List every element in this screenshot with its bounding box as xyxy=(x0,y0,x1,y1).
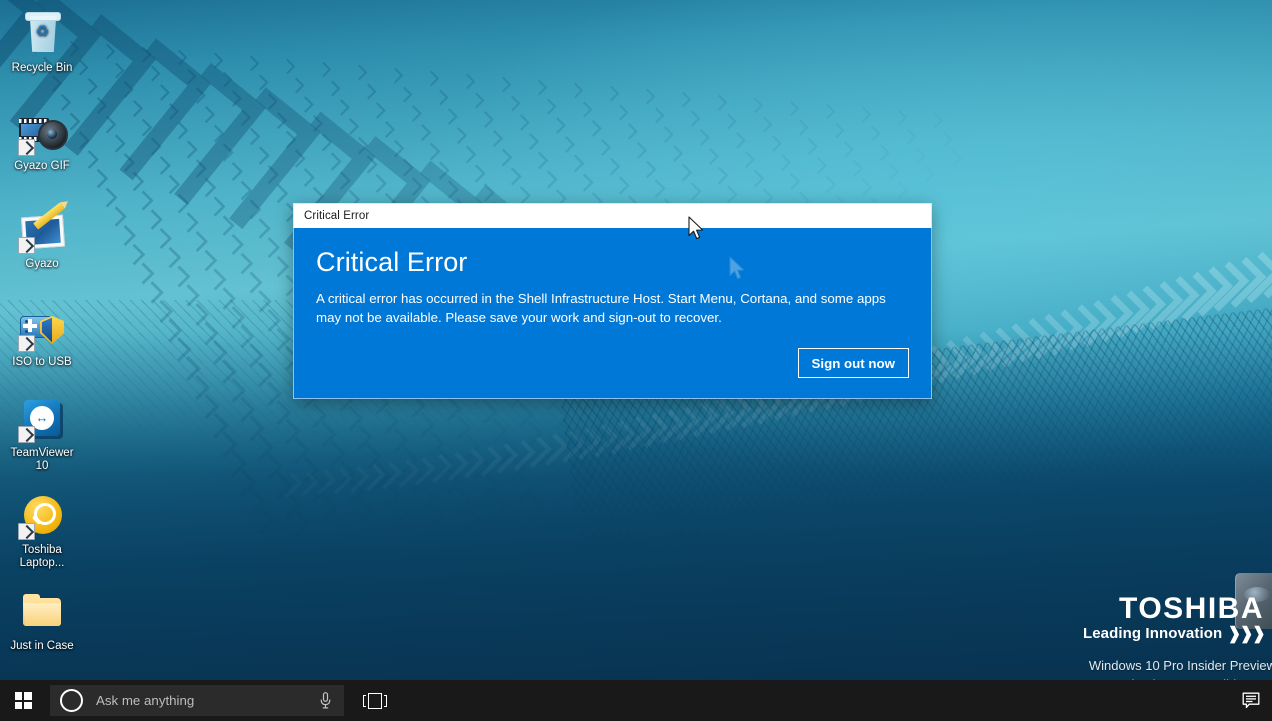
teamviewer-icon: ↔ xyxy=(18,395,66,443)
magnifier-icon xyxy=(18,492,66,540)
desktop-icon-recycle-bin[interactable]: ♻ Recycle Bin xyxy=(5,10,79,75)
search-input[interactable]: Ask me anything xyxy=(50,685,344,716)
cortana-icon[interactable] xyxy=(60,689,83,712)
desktop-icon-gyazo-gif[interactable]: Gyazo GIF xyxy=(5,108,79,173)
dialog-titlebar-title: Critical Error xyxy=(304,210,370,222)
desktop-icon-iso-to-usb[interactable]: ISO to USB xyxy=(5,304,79,369)
folder-icon xyxy=(18,588,66,636)
action-center-icon xyxy=(1242,692,1260,709)
desktop-icon-label: Gyazo xyxy=(25,258,59,270)
desktop-icon-label: Toshiba Laptop... xyxy=(19,544,65,569)
start-button[interactable] xyxy=(0,680,46,721)
desktop-icon-label: TeamViewer 10 xyxy=(10,447,74,472)
action-center-button[interactable] xyxy=(1230,680,1272,721)
desktop-icon-just-in-case[interactable]: Just in Case xyxy=(5,588,79,653)
dialog-message: A critical error has occurred in the She… xyxy=(316,291,886,325)
desktop-icon-teamviewer-10[interactable]: ↔ TeamViewer 10 xyxy=(5,395,79,473)
dialog-titlebar[interactable]: Critical Error xyxy=(293,203,932,228)
critical-error-dialog[interactable]: Critical Error Critical Error A critical… xyxy=(293,203,932,399)
microphone-icon[interactable] xyxy=(312,692,338,709)
shortcut-arrow-icon xyxy=(18,426,35,443)
shortcut-arrow-icon xyxy=(18,523,35,540)
dialog-body: Critical Error A critical error has occu… xyxy=(293,228,932,399)
sign-out-now-button[interactable]: Sign out now xyxy=(797,348,909,378)
desktop-icon-label: ISO to USB xyxy=(12,356,72,368)
taskbar: Ask me anything xyxy=(0,680,1272,721)
shortcut-arrow-icon xyxy=(18,335,35,352)
windows-logo-icon xyxy=(14,692,32,709)
recycle-bin-icon: ♻ xyxy=(18,10,66,58)
desktop-icon-label: Gyazo GIF xyxy=(14,160,70,172)
search-placeholder: Ask me anything xyxy=(96,693,195,708)
desktop-icon-gyazo[interactable]: Gyazo xyxy=(5,202,79,271)
desktop-icon-label: Recycle Bin xyxy=(11,62,73,74)
desktop-icon-label: Just in Case xyxy=(10,640,74,652)
desktop-wallpaper[interactable]: ♻ Recycle Bin Gyazo GIF Gyazo ISO to USB ↔ Tea… xyxy=(0,0,1272,721)
shortcut-arrow-icon xyxy=(18,237,35,254)
film-camera-icon xyxy=(18,108,68,156)
dialog-heading: Critical Error xyxy=(316,247,468,277)
desktop-icon-toshiba-laptop[interactable]: Toshiba Laptop... xyxy=(5,492,79,570)
image-pencil-icon xyxy=(18,202,66,254)
task-view-button[interactable] xyxy=(352,680,398,721)
task-view-icon xyxy=(363,692,387,709)
system-tray xyxy=(1230,680,1272,721)
usb-shield-icon xyxy=(18,304,66,352)
toshiba-laptop-graphic xyxy=(1235,573,1272,629)
shortcut-arrow-icon xyxy=(18,139,35,156)
